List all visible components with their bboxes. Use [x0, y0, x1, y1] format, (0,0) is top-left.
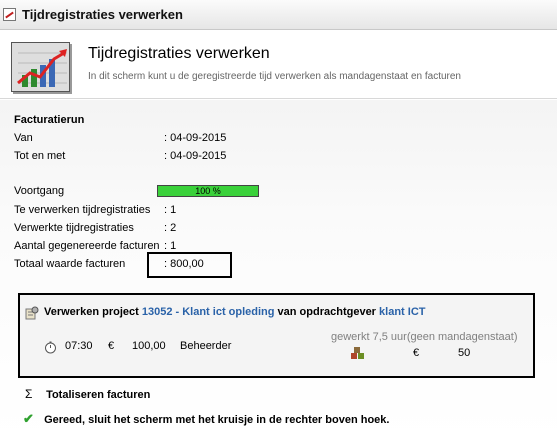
- row-label: Van: [14, 132, 33, 144]
- page-title: Tijdregistraties verwerken: [88, 45, 270, 62]
- row-value: : 1: [164, 240, 177, 252]
- row-label: Tot en met: [14, 150, 66, 162]
- page-subtitle: In dit scherm kunt u de geregistreerde t…: [88, 71, 461, 82]
- amount-value: 100,00: [132, 340, 166, 352]
- progress-bar: 100 %: [157, 185, 259, 197]
- content-area: Facturatierun Van : 04-09-2015 Tot en me…: [0, 100, 557, 443]
- row-value: : 04-09-2015: [164, 150, 227, 162]
- time-value: 07:30: [65, 340, 93, 352]
- project-icon: [25, 306, 39, 320]
- done-label: Gereed, sluit het scherm met het kruisje…: [44, 414, 390, 426]
- client-link[interactable]: klant ICT: [379, 306, 425, 318]
- row-label: Te verwerken tijdregistraties: [14, 204, 151, 216]
- totaliseren-label: Totaliseren facturen: [46, 389, 151, 401]
- role-value: Beheerder: [180, 340, 232, 352]
- row-label: Aantal gegenereerde facturen: [14, 240, 160, 252]
- page-header: Tijdregistraties verwerken In dit scherm…: [0, 31, 557, 99]
- row-label: Verwerkte tijdregistraties: [14, 222, 134, 234]
- checkmark-icon: ✔: [23, 411, 34, 426]
- project-line: Verwerken project 13052 - Klant ict ople…: [44, 306, 425, 318]
- sigma-icon: Σ: [25, 387, 33, 401]
- project-prefix: Verwerken project: [44, 306, 139, 318]
- section-title: Facturatierun: [14, 114, 85, 126]
- row-label: Totaal waarde facturen: [14, 258, 126, 270]
- currency-symbol: €: [413, 347, 420, 359]
- totaliseren-step: Σ Totaliseren facturen: [25, 387, 150, 401]
- chart-icon: [3, 8, 16, 21]
- row-label: Voortgang: [14, 185, 65, 197]
- project-panel: Verwerken project 13052 - Klant ict ople…: [18, 293, 535, 378]
- total-highlight-box: [147, 252, 232, 278]
- amount-value: 50: [458, 347, 471, 359]
- window-title: Tijdregistraties verwerken: [22, 7, 183, 22]
- row-value: : 04-09-2015: [164, 132, 227, 144]
- stopwatch-icon: [45, 341, 56, 354]
- blocks-icon: [351, 347, 364, 359]
- row-value: : 2: [164, 222, 177, 234]
- project-link[interactable]: 13052 - Klant ict opleding: [142, 306, 275, 318]
- project-middle: van opdrachtgever: [277, 306, 376, 318]
- rising-chart-icon: [11, 42, 70, 92]
- window-titlebar: Tijdregistraties verwerken: [0, 0, 557, 30]
- progress-label: 100 %: [195, 186, 221, 196]
- row-value: : 1: [164, 204, 177, 216]
- worked-hours: gewerkt 7,5 uur(geen mandagenstaat): [331, 331, 518, 343]
- done-step: ✔ Gereed, sluit het scherm met het kruis…: [23, 411, 389, 427]
- currency-symbol: €: [108, 340, 115, 352]
